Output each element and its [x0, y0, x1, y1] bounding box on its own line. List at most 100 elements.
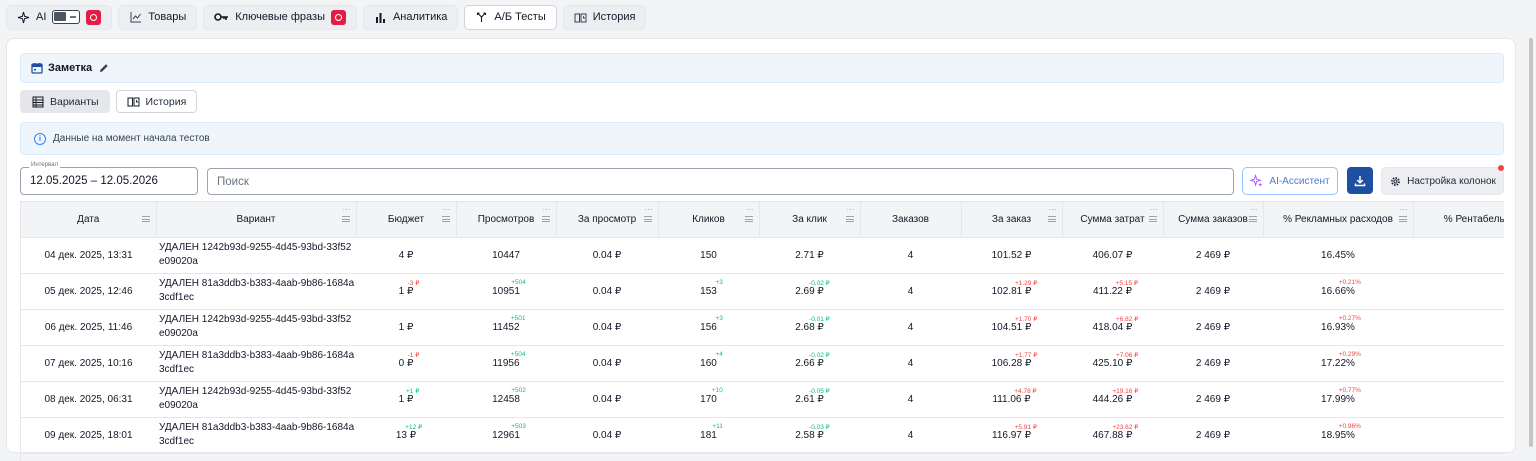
tab-history[interactable]: История	[562, 4, 647, 30]
page-scrollbar[interactable]	[1529, 38, 1533, 447]
column-settings-button[interactable]: Настройка колонок	[1381, 167, 1504, 195]
header-per-order[interactable]: За заказ ⋯	[961, 202, 1063, 238]
column-menu-icon[interactable]	[845, 216, 854, 222]
header-budget[interactable]: Бюджет ⋯	[356, 202, 457, 238]
delta-badge: +1 ₽	[405, 387, 420, 395]
table-row[interactable]: 06 дек. 2025, 11:46 УДАЛЕН 1242b93d-9255-…	[21, 309, 1504, 346]
header-date[interactable]: Дата	[21, 202, 157, 238]
tab-ab-tests[interactable]: А/Б Тесты	[464, 4, 557, 30]
value-text: 4	[907, 429, 914, 441]
table-row[interactable]: 07 дек. 2025, 10:16 УДАЛЕН 81a3ddb3-b383-…	[21, 345, 1504, 382]
cell-clicks: 181 +11	[658, 417, 759, 454]
column-dots-icon[interactable]: ⋯	[443, 205, 451, 214]
value-text: 2.58 ₽	[795, 429, 824, 441]
cell-per-order: 102.81 ₽ +1.29 ₽	[961, 273, 1062, 310]
column-dots-icon[interactable]: ⋯	[645, 205, 653, 214]
delta-badge: +0.96%	[1338, 422, 1361, 430]
header-label: Дата	[77, 213, 100, 225]
interval-picker[interactable]: Интервал 12.05.2025 – 12.05.2026	[20, 162, 198, 195]
table-row[interactable]: 08 дек. 2025, 06:31 УДАЛЕН 1242b93d-9255-…	[21, 381, 1504, 418]
column-menu-icon[interactable]	[141, 216, 150, 222]
cell-value: 2 469 ₽	[1196, 394, 1230, 405]
ai-assistant-button[interactable]: AI-Ассистент	[1242, 167, 1338, 195]
column-dots-icon[interactable]: ⋯	[543, 205, 551, 214]
header-variant[interactable]: Вариант ⋯	[156, 202, 357, 238]
subtab-variants[interactable]: Варианты	[20, 90, 110, 113]
column-dots-icon[interactable]: ⋯	[1049, 205, 1057, 214]
column-dots-icon[interactable]: ⋯	[847, 205, 855, 214]
delta-badge: +0.77%	[1338, 386, 1361, 394]
column-menu-icon[interactable]	[1398, 216, 1407, 222]
tab-keywords[interactable]: Ключевые фразы	[203, 4, 357, 30]
cell-variant: УДАЛЕН 1242b93d-9255-4d45-93bd-33f52e090…	[156, 381, 356, 418]
cell-clicks: 160 +4	[658, 345, 759, 382]
header-order-sum[interactable]: Сумма заказов ⋯	[1163, 202, 1264, 238]
cell-orders: 4	[860, 273, 961, 310]
subtab-history[interactable]: История	[115, 90, 198, 113]
table-row[interactable]: 04 дек. 2025, 13:31 УДАЛЕН 1242b93d-9255-…	[21, 237, 1504, 274]
header-orders[interactable]: Заказов	[860, 202, 962, 238]
delta-badge: +3	[715, 314, 723, 322]
value-text: 0.04 ₽	[592, 285, 622, 297]
header-views[interactable]: Просмотров ⋯	[456, 202, 557, 238]
pencil-icon[interactable]	[97, 62, 110, 75]
header-per-click[interactable]: За клик ⋯	[759, 202, 861, 238]
header-profit[interactable]: % Рентабельн	[1413, 202, 1504, 238]
search-input[interactable]	[207, 168, 1234, 195]
note-bar[interactable]: Заметка	[20, 53, 1504, 83]
value-text: 10447	[492, 249, 520, 261]
cell-per-click: 2.66 ₽ -0.02 ₽	[759, 345, 860, 382]
table-row[interactable]: 09 дек. 2025, 18:01 УДАЛЕН 81a3ddb3-b383-…	[21, 417, 1504, 454]
cell-order-sum: 2 469 ₽	[1163, 273, 1263, 310]
ai-toggle-button[interactable]: AI	[6, 4, 113, 30]
value-text: УДАЛЕН 81a3ddb3-b383-4aab-9b86-1684a3cdf…	[159, 422, 355, 447]
tab-analytics[interactable]: Аналитика	[362, 4, 459, 30]
column-menu-icon[interactable]	[341, 216, 350, 222]
value-text: 11956	[492, 357, 520, 369]
delta-badge: +1.77 ₽	[1014, 351, 1038, 359]
delta-badge: +7.06 ₽	[1115, 351, 1139, 359]
column-dots-icon[interactable]: ⋯	[343, 205, 351, 214]
cell-value: 05 дек. 2025, 12:46	[44, 286, 132, 297]
value-text: 444.26 ₽	[1092, 393, 1133, 405]
tab-products[interactable]: Товары	[118, 4, 198, 30]
value-text: 170	[700, 393, 717, 405]
header-clicks[interactable]: Кликов ⋯	[658, 202, 760, 238]
value-text: УДАЛЕН 81a3ddb3-b383-4aab-9b86-1684a3cdf…	[159, 278, 355, 303]
column-menu-icon[interactable]	[541, 216, 550, 222]
column-menu-icon[interactable]	[1248, 216, 1257, 222]
cell-value: 13 ₽ +12 ₽	[396, 424, 422, 441]
value-text: 411.22 ₽	[1093, 285, 1132, 297]
value-text: 0.04 ₽	[592, 429, 622, 441]
download-button[interactable]	[1347, 167, 1373, 194]
table-header-row: Дата Вариант ⋯ Бюджет ⋯ Просмотров ⋯ За просмот…	[21, 202, 1504, 238]
column-dots-icon[interactable]: ⋯	[1150, 205, 1158, 214]
split-arrows-icon	[475, 11, 488, 24]
subtab-history-label: История	[145, 95, 187, 108]
cell-budget: 1 ₽ +1 ₽	[356, 381, 456, 418]
column-menu-icon[interactable]	[1148, 216, 1157, 222]
value-text: 09 дек. 2025, 18:01	[44, 429, 133, 441]
header-label: Заказов	[892, 213, 929, 225]
table-row[interactable]: 05 дек. 2025, 12:46 УДАЛЕН 81a3ddb3-b383-…	[21, 273, 1504, 310]
cell-views: 12458 +502	[456, 381, 556, 418]
column-menu-icon[interactable]	[441, 216, 450, 222]
value-text: 12961	[492, 429, 520, 441]
value-text: 17.22%	[1321, 357, 1355, 369]
column-menu-icon[interactable]	[1047, 216, 1056, 222]
header-spend[interactable]: Сумма затрат ⋯	[1062, 202, 1164, 238]
cell-value: 10447	[492, 250, 520, 261]
column-dots-icon[interactable]: ⋯	[746, 205, 754, 214]
ai-toggle-switch[interactable]	[52, 10, 81, 24]
header-per-view[interactable]: За просмотр ⋯	[556, 202, 659, 238]
header-ad-pct[interactable]: % Рекламных расходов ⋯	[1263, 202, 1414, 238]
cell-per-click: 2.68 ₽ -0.01 ₽	[759, 309, 860, 346]
column-menu-icon[interactable]	[744, 216, 753, 222]
column-dots-icon[interactable]: ⋯	[1250, 205, 1258, 214]
column-menu-icon[interactable]	[643, 216, 652, 222]
cell-value: 411.22 ₽ +5.15 ₽	[1093, 280, 1138, 297]
cell-value: 181 +11	[700, 423, 723, 441]
column-dots-icon[interactable]: ⋯	[1400, 205, 1408, 214]
sparkle-icon	[17, 11, 30, 24]
cell-per-order: 116.97 ₽ +5.91 ₽	[961, 417, 1062, 454]
